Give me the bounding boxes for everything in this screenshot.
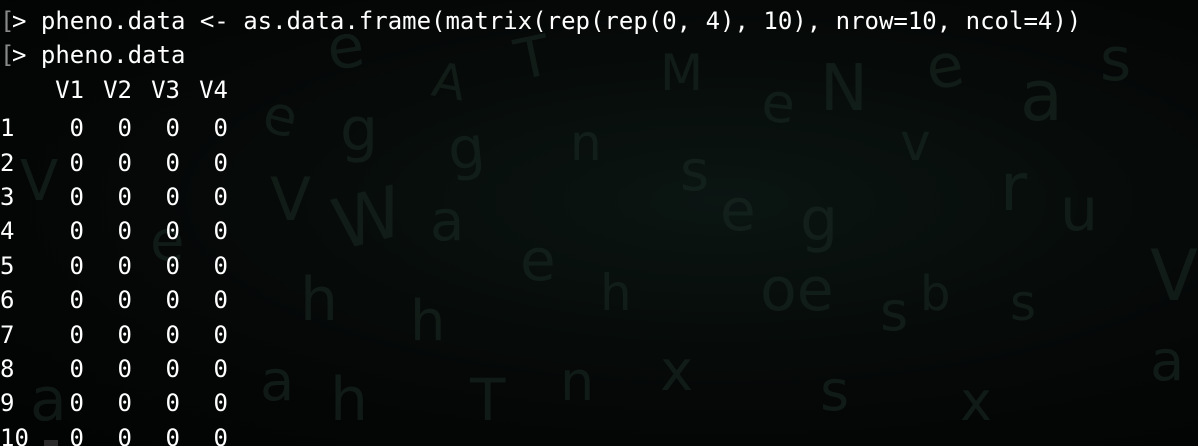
session-marker: [ [0,7,15,35]
table-cell: 0 [165,148,180,177]
table-row: 2 0 0 0 0 [0,146,1198,180]
row-name: 3 [0,182,15,211]
column-header: V1 [55,75,84,104]
command-line-1: [> pheno.data <- as.data.frame(matrix(re… [0,4,1198,38]
table-row: 6 0 0 0 0 [0,283,1198,317]
table-cell: 0 [165,389,180,418]
table-cell: 0 [165,354,180,383]
table-cell: 0 [69,114,84,143]
table-cell: 0 [213,114,228,143]
table-cell: 0 [213,320,228,349]
table-cell: 0 [117,251,132,280]
table-cell: 0 [117,114,132,143]
table-cell: 0 [117,320,132,349]
row-name: 1 [0,114,15,143]
row-name: 7 [0,320,15,349]
table-cell: 0 [213,354,228,383]
table-cell: 0 [213,217,228,246]
table-row: 7 0 0 0 0 [0,318,1198,352]
table-cell: 0 [69,354,84,383]
row-name: 9 [0,389,15,418]
table-cell: 0 [165,217,180,246]
command-text: pheno.data [40,41,186,70]
table-row: 1 0 0 0 0 [0,111,1198,145]
table-cell: 0 [117,217,132,246]
table-cell: 0 [69,251,84,280]
table-cell: 0 [213,148,228,177]
table-cell: 0 [165,251,180,280]
table-cell: 0 [117,182,132,211]
table-cell: 0 [117,286,132,315]
row-name: 5 [0,251,15,280]
table-cell: 0 [213,389,228,418]
table-row: 3 0 0 0 0 [0,180,1198,214]
table-cell: 0 [117,389,132,418]
table-cell: 0 [69,389,84,418]
table-cell: 0 [213,182,228,211]
terminal-output[interactable]: [> pheno.data <- as.data.frame(matrix(re… [0,0,1198,446]
table-cell: 0 [117,148,132,177]
row-name: 2 [0,148,15,177]
table-row: 4 0 0 0 0 [0,214,1198,248]
command-text: pheno.data <- as.data.frame(matrix(rep(r… [40,7,1082,35]
command-line-2: [> pheno.data [0,38,1198,72]
table-cell: 0 [165,320,180,349]
row-name: 6 [0,286,15,315]
row-name: 10 [0,423,29,446]
table-row: 5 0 0 0 0 [0,249,1198,283]
row-name: 4 [0,217,15,246]
column-header: V3 [151,75,180,104]
table-header-row: V1 V2 V3 V4 [0,73,1198,107]
table-cell: 0 [213,286,228,315]
table-cell: 0 [69,182,84,211]
table-row: 8 0 0 0 0 [0,352,1198,386]
table-cell: 0 [69,217,84,246]
prompt-symbol: > [12,7,27,35]
table-cell: 0 [117,354,132,383]
table-cell: 0 [165,423,180,446]
table-cell: 0 [69,286,84,315]
table-cell: 0 [213,423,228,446]
table-cell: 0 [165,114,180,143]
table-cell: 0 [165,286,180,315]
column-header: V4 [199,75,228,104]
terminal-window[interactable]: e A T M e N e a s e g g n s v r V W a e [0,0,1198,446]
table-row: 9 0 0 0 0 [0,386,1198,420]
table-cell: 0 [165,182,180,211]
table-body: 1000020000300004000050000600007000080000… [0,111,1198,446]
table-cell: 0 [69,320,84,349]
table-row: 10 0 0 0 0 [0,421,1198,446]
table-cell: 0 [117,423,132,446]
column-header: V2 [103,75,132,104]
session-marker: [ [0,41,15,70]
table-cell: 0 [213,251,228,280]
prompt-symbol: > [12,41,27,70]
scroll-cursor [44,440,58,446]
row-name: 8 [0,354,15,383]
table-cell: 0 [69,148,84,177]
